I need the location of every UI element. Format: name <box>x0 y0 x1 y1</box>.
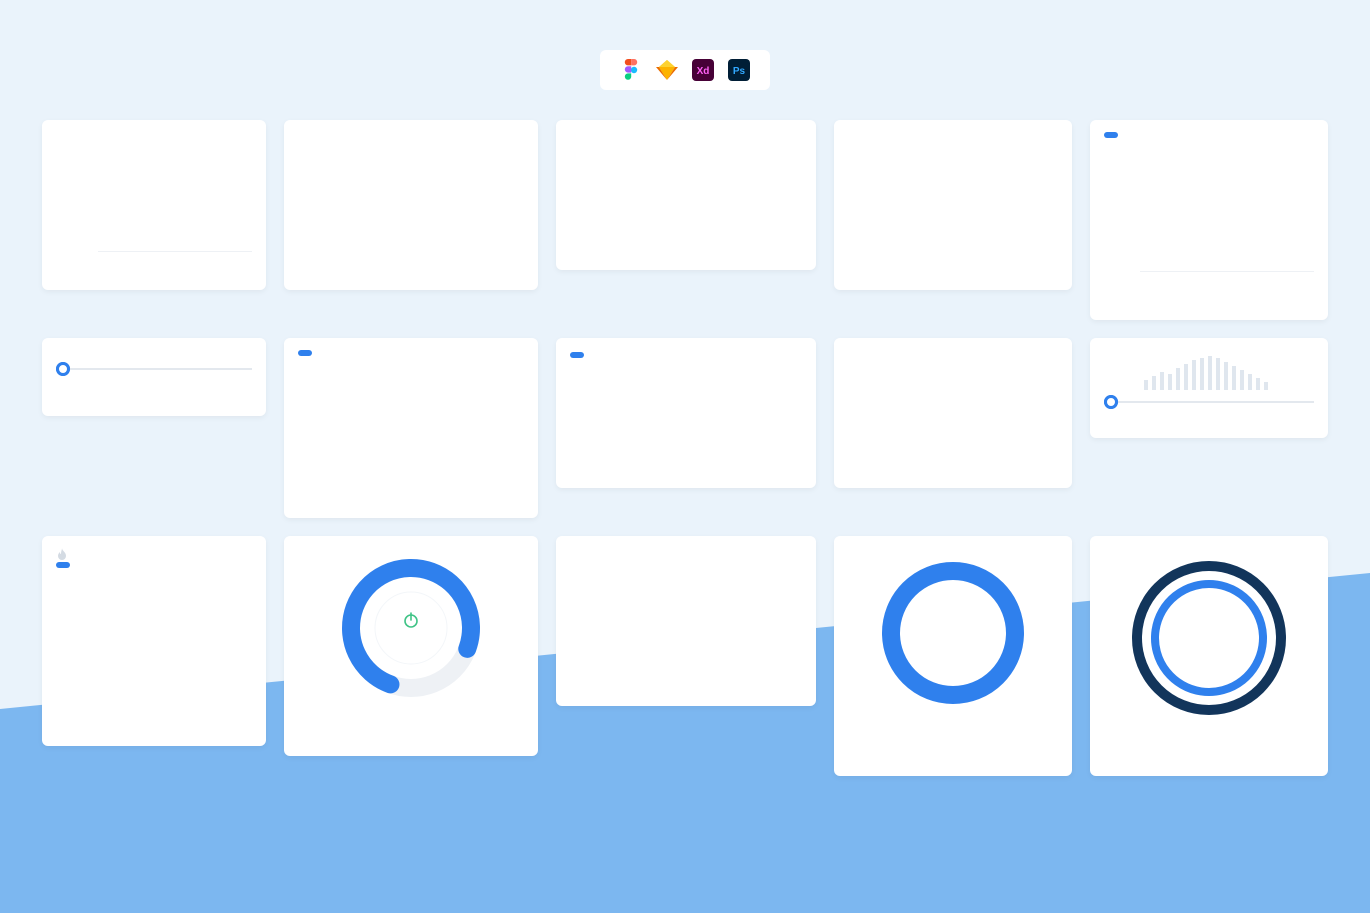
bars <box>98 132 252 252</box>
card-mb-dual <box>556 536 816 706</box>
card-your-money <box>284 120 538 290</box>
card-percent-ring <box>834 536 1072 776</box>
area-svg <box>334 350 524 480</box>
card-end-in <box>834 338 1072 488</box>
tool-icons: Xd Ps <box>600 50 770 90</box>
card-steps-ring <box>1090 536 1328 776</box>
bars <box>56 586 252 716</box>
xd-icon: Xd <box>692 59 714 81</box>
power-icon[interactable] <box>401 610 421 635</box>
card-sqft-slider[interactable] <box>42 338 266 416</box>
tooltip <box>298 350 312 356</box>
svg-text:Xd: Xd <box>697 66 710 77</box>
slider-track[interactable] <box>56 368 252 370</box>
tooltip <box>1104 132 1118 138</box>
card-grid <box>0 90 1370 776</box>
tooltip <box>570 352 584 358</box>
ring-svg <box>868 548 1038 718</box>
areas-svg <box>614 548 794 693</box>
area-svg <box>612 132 802 232</box>
card-wave-total <box>556 338 816 488</box>
figma-icon <box>620 59 642 81</box>
card-monthly-bars <box>42 120 266 290</box>
slider-track[interactable] <box>1104 401 1314 403</box>
card-histogram-slider[interactable] <box>1090 338 1328 438</box>
page-title <box>0 0 1370 36</box>
sketch-icon <box>656 59 678 81</box>
card-transaction <box>834 120 1072 290</box>
histogram-icon <box>1104 350 1314 390</box>
card-weekly-area <box>556 120 816 270</box>
arc-svg <box>853 350 1053 460</box>
card-running-biking <box>1090 120 1328 320</box>
wave-svg <box>570 368 780 458</box>
slider-handle-max[interactable] <box>1104 395 1118 409</box>
flame-icon <box>56 548 68 562</box>
photoshop-icon: Ps <box>728 59 750 81</box>
card-power-cancel <box>284 536 538 756</box>
ring-svg <box>1119 548 1299 728</box>
svg-text:Ps: Ps <box>733 66 746 77</box>
lines-svg <box>848 132 1058 232</box>
bars <box>1140 142 1314 272</box>
card-monthly-area <box>284 338 538 518</box>
slider-handle-max[interactable] <box>56 362 70 376</box>
tooltip <box>56 562 70 568</box>
kcal-heading <box>56 548 252 562</box>
card-kcal <box>42 536 266 746</box>
gauge-arc <box>321 132 501 230</box>
